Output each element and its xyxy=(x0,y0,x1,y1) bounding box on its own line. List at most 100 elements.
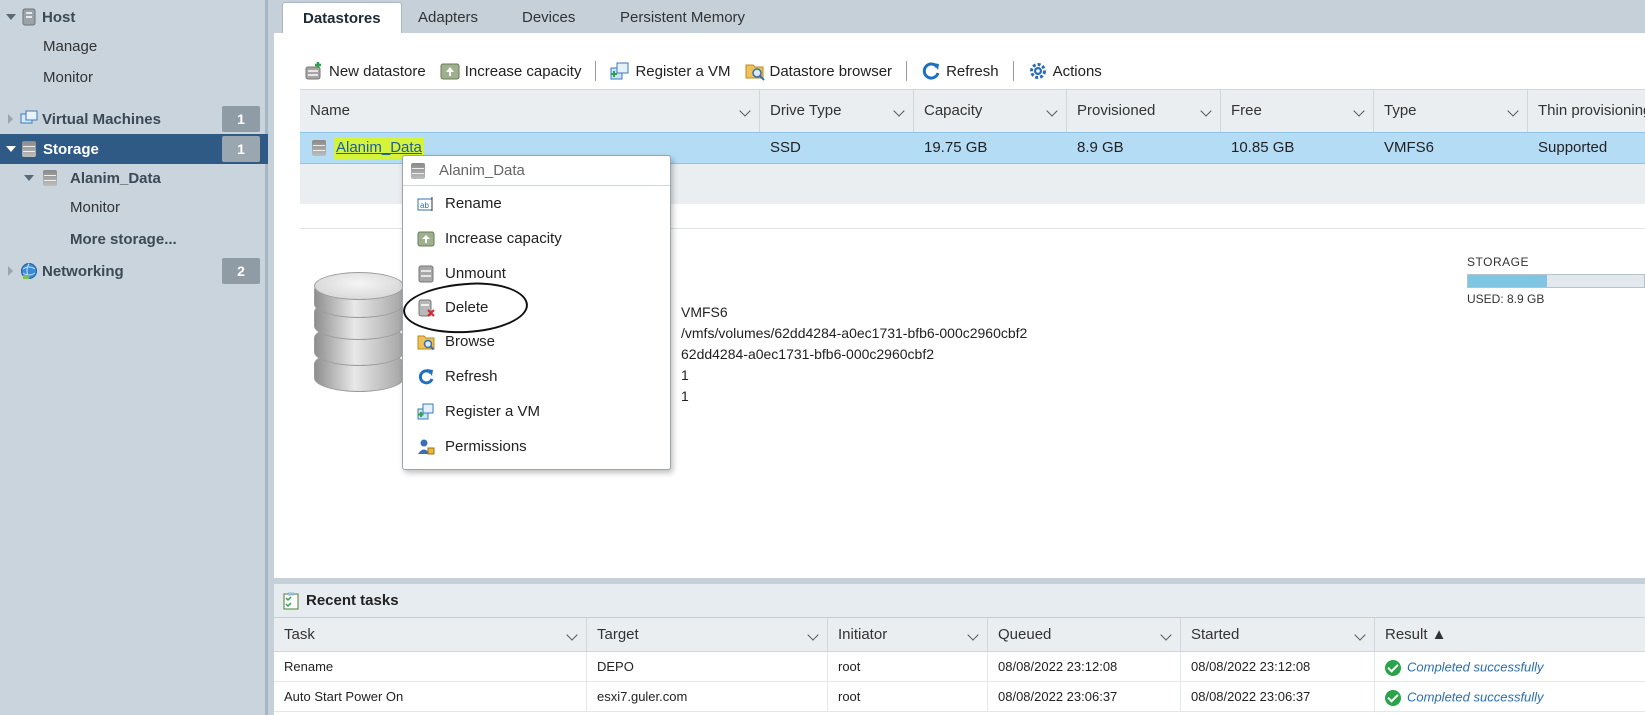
column-header-drive-type[interactable]: Drive Type xyxy=(760,90,914,132)
chevron-down-icon[interactable] xyxy=(1046,105,1058,117)
nav-monitor-label: Monitor xyxy=(43,68,94,86)
tab-datastores[interactable]: Datastores xyxy=(282,2,402,33)
menu-item-refresh[interactable]: Refresh xyxy=(403,360,670,393)
menu-item-rename[interactable]: ab Rename xyxy=(403,187,670,220)
nav-networking[interactable]: Networking 2 xyxy=(0,256,268,286)
menu-item-delete[interactable]: Delete xyxy=(403,291,670,324)
expand-arrow-icon[interactable] xyxy=(8,114,13,124)
column-header-started[interactable]: Started xyxy=(1181,618,1375,652)
column-header-initiator[interactable]: Initiator xyxy=(828,618,988,652)
nav-datastore[interactable]: Alanim_Data xyxy=(0,163,268,193)
tab-persistent-memory[interactable]: Persistent Memory xyxy=(600,2,765,33)
nav-host[interactable]: Host xyxy=(0,2,268,32)
toolbar-separator xyxy=(595,61,597,81)
chevron-down-icon[interactable] xyxy=(893,105,905,117)
chevron-down-icon[interactable] xyxy=(1200,105,1212,117)
expand-arrow-icon[interactable] xyxy=(8,266,13,276)
increase-capacity-icon xyxy=(440,61,460,81)
column-header-label: Started xyxy=(1191,626,1240,643)
refresh-button[interactable]: Refresh xyxy=(921,61,999,81)
chevron-down-icon[interactable] xyxy=(1507,105,1519,117)
tab-adapters[interactable]: Adapters xyxy=(398,2,498,33)
menu-item-permissions[interactable]: Permissions xyxy=(403,430,670,463)
column-header-label: Thin provisioning xyxy=(1538,102,1645,119)
actions-button[interactable]: Actions xyxy=(1028,61,1102,81)
expand-arrow-icon[interactable] xyxy=(24,175,34,181)
check-circle-icon xyxy=(1385,659,1401,676)
nav-host-monitor[interactable]: Monitor xyxy=(0,62,268,92)
menu-item-browse[interactable]: Browse xyxy=(403,325,670,358)
chevron-down-icon[interactable] xyxy=(566,629,578,641)
nav-datastore-monitor[interactable]: Monitor xyxy=(0,192,268,222)
menu-item-label: Increase capacity xyxy=(445,230,562,247)
chevron-down-icon[interactable] xyxy=(1160,629,1172,641)
expand-arrow-icon[interactable] xyxy=(6,146,16,152)
column-header-label: Queued xyxy=(998,626,1052,643)
expand-arrow-icon[interactable] xyxy=(6,14,16,20)
table-row[interactable]: Rename DEPO root 08/08/2022 23:12:08 08/… xyxy=(274,652,1645,682)
register-vm-icon xyxy=(417,403,435,421)
nav-storage[interactable]: Storage 1 xyxy=(0,134,268,164)
register-vm-button[interactable]: Register a VM xyxy=(610,61,731,81)
actions-label: Actions xyxy=(1052,62,1102,80)
tab-devices[interactable]: Devices xyxy=(502,2,595,33)
refresh-icon xyxy=(417,368,435,386)
nav-more-storage[interactable]: More storage... xyxy=(0,224,268,254)
nav-manage-label: Manage xyxy=(43,37,98,55)
toolbar-separator xyxy=(1012,61,1014,81)
result-text: Completed successfully xyxy=(1407,659,1544,675)
column-header-label: Free xyxy=(1231,102,1262,119)
increase-capacity-button[interactable]: Increase capacity xyxy=(440,61,582,81)
nav-host-manage[interactable]: Manage xyxy=(0,31,268,61)
nav-datastore-monitor-label: Monitor xyxy=(70,198,121,216)
rename-icon: ab xyxy=(417,195,435,213)
context-menu: Alanim_Data ab Rename Increase capacity … xyxy=(402,155,671,470)
column-header-target[interactable]: Target xyxy=(587,618,828,652)
column-header-name[interactable]: Name xyxy=(300,90,760,132)
refresh-label: Refresh xyxy=(946,62,999,80)
tab-bar: Datastores Adapters Devices Persistent M… xyxy=(274,0,1645,33)
datastore-large-icon xyxy=(314,272,409,407)
column-header-provisioned[interactable]: Provisioned xyxy=(1067,90,1221,132)
storage-meter-fill xyxy=(1468,275,1548,287)
chevron-down-icon[interactable] xyxy=(807,629,819,641)
table-row[interactable]: Auto Start Power On esxi7.guler.com root… xyxy=(274,682,1645,712)
nav-virtual-machines[interactable]: Virtual Machines 1 xyxy=(0,104,268,134)
chevron-down-icon[interactable] xyxy=(1353,105,1365,117)
nav-networking-label: Networking xyxy=(42,262,124,280)
chevron-down-icon[interactable] xyxy=(739,105,751,117)
chevron-down-icon[interactable] xyxy=(1354,629,1366,641)
column-header-thin-provisioning[interactable]: Thin provisioning xyxy=(1528,90,1645,132)
column-header-free[interactable]: Free xyxy=(1221,90,1374,132)
menu-item-label: Refresh xyxy=(445,368,498,385)
nav-datastore-label: Alanim_Data xyxy=(70,169,161,187)
menu-item-register-vm[interactable]: Register a VM xyxy=(403,395,670,428)
virtual-machines-icon xyxy=(20,110,38,128)
increase-capacity-label: Increase capacity xyxy=(464,62,582,80)
nav-virtual-machines-label: Virtual Machines xyxy=(42,110,161,128)
storage-meter-label: STORAGE xyxy=(1467,255,1529,269)
context-menu-title: Alanim_Data xyxy=(439,162,525,179)
column-header-capacity[interactable]: Capacity xyxy=(914,90,1067,132)
column-header-task[interactable]: Task xyxy=(274,618,587,652)
column-header-type[interactable]: Type xyxy=(1374,90,1528,132)
tasks-checklist-icon xyxy=(283,592,299,614)
recent-tasks-header[interactable]: Recent tasks xyxy=(274,584,1645,618)
column-header-queued[interactable]: Queued xyxy=(988,618,1181,652)
count-badge: 1 xyxy=(222,106,260,132)
detail-location: /vmfs/volumes/62dd4284-a0ec1731-bfb6-000… xyxy=(681,325,1028,341)
new-datastore-button[interactable]: New datastore xyxy=(304,61,426,81)
menu-item-unmount[interactable]: Unmount xyxy=(403,257,670,290)
increase-capacity-icon xyxy=(417,230,435,248)
new-datastore-icon xyxy=(304,61,324,81)
chevron-down-icon[interactable] xyxy=(967,629,979,641)
detail-vms: 1 xyxy=(681,388,689,404)
datastore-browser-button[interactable]: Datastore browser xyxy=(745,61,892,81)
column-header-label: Target xyxy=(597,626,639,643)
menu-item-increase-capacity[interactable]: Increase capacity xyxy=(403,222,670,255)
column-header-result[interactable]: Result ▲ xyxy=(1375,618,1645,652)
column-header-label: Capacity xyxy=(924,102,983,119)
cell-queued: 08/08/2022 23:12:08 xyxy=(988,652,1181,682)
menu-item-label: Register a VM xyxy=(445,403,541,420)
cell-queued: 08/08/2022 23:06:37 xyxy=(988,682,1181,712)
